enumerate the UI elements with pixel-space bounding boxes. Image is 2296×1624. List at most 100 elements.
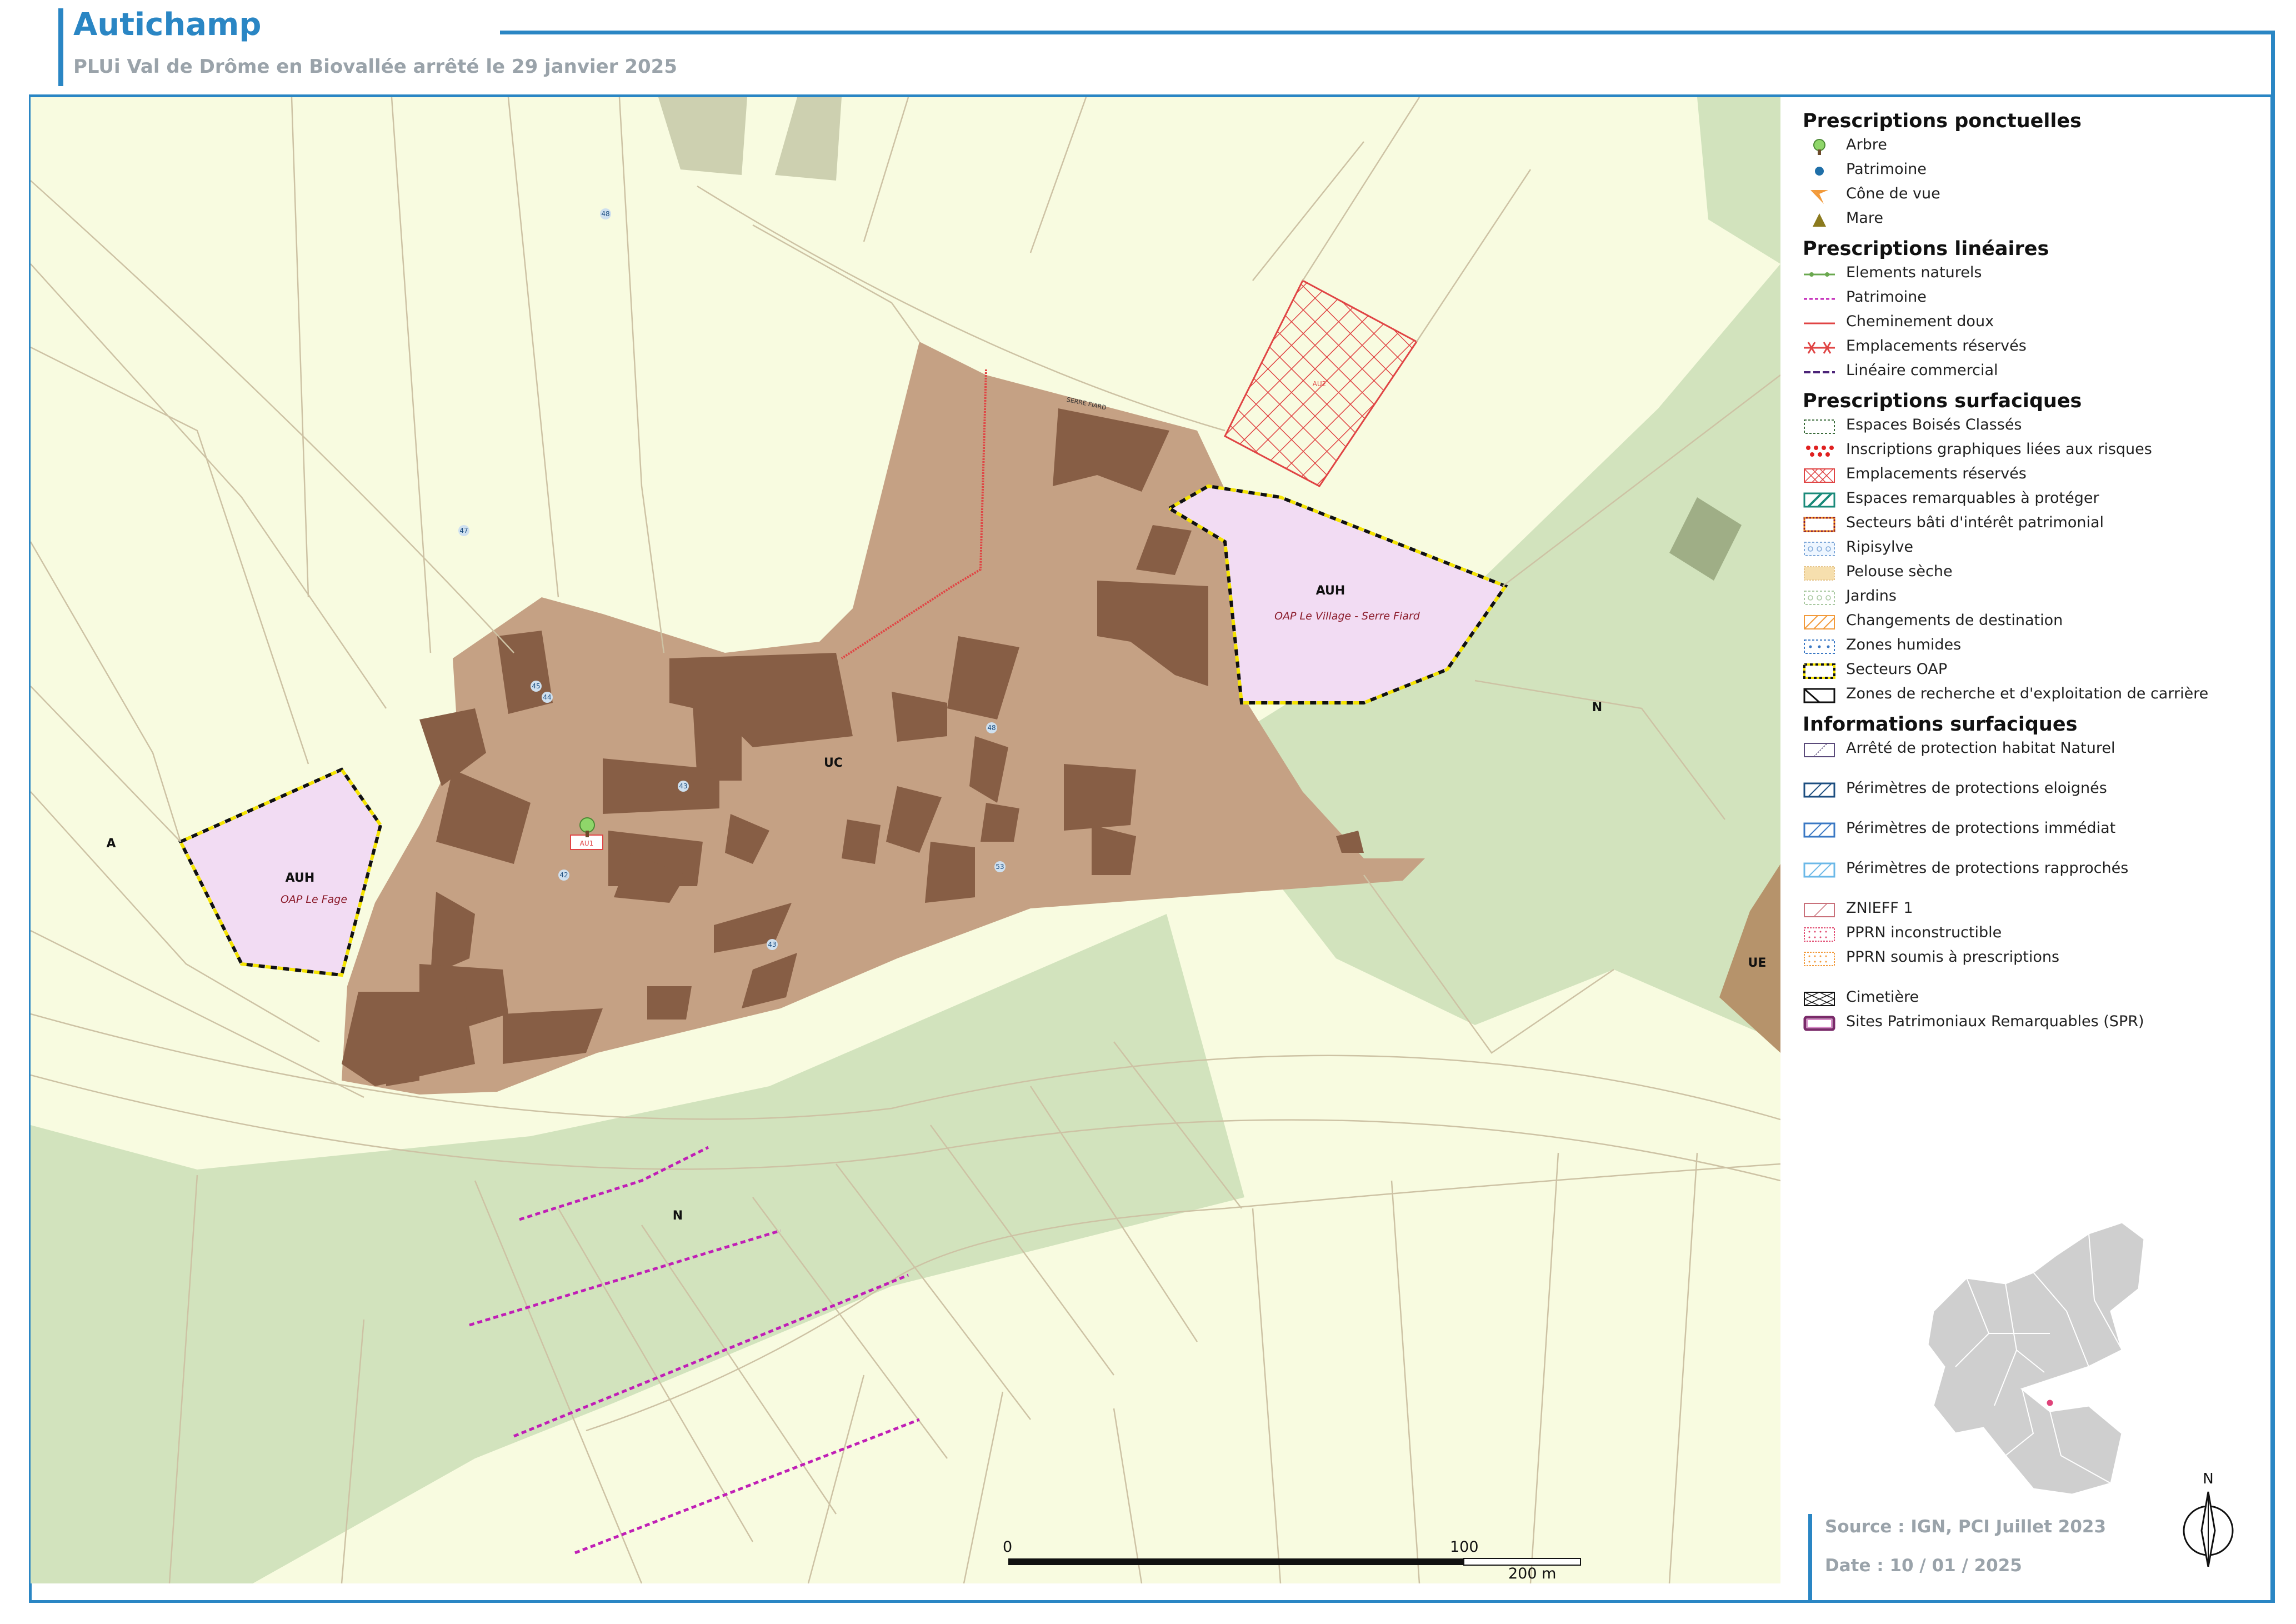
zone-label-auh-east: AUH xyxy=(1316,584,1345,598)
scale-label-100: 100 xyxy=(1450,1538,1479,1556)
line-magenta-dash-legend-icon xyxy=(1804,298,1835,300)
map-legend: Prescriptions ponctuelles Arbre Patrimoine… xyxy=(1803,106,2258,1037)
locator-map xyxy=(1922,1221,2155,1533)
line-green-dot-legend-icon xyxy=(1804,272,1835,277)
box-teal-hatch-legend-icon xyxy=(1803,492,1835,508)
source-accent-bar xyxy=(1808,1514,1812,1603)
legend-item-label: PPRN inconstructible xyxy=(1846,924,2002,941)
box-navy-diag-legend-icon xyxy=(1803,782,1835,798)
legend-item: PPRN soumis à prescriptions xyxy=(1803,948,2258,988)
box-blue-dots-legend-icon xyxy=(1804,639,1835,654)
legend-item: Patrimoine xyxy=(1803,288,2258,312)
page-subtitle: PLUi Val de Drôme en Biovallée arrêté le… xyxy=(73,56,677,78)
legend-item: Périmètres de protections immédiat xyxy=(1803,819,2258,859)
legend-item: Changements de destination xyxy=(1803,611,2258,636)
legend-item-label: Inscriptions graphiques liées aux risque… xyxy=(1846,441,2152,458)
road-label: 45 xyxy=(532,682,540,690)
legend-item-label: Patrimoine xyxy=(1846,161,1927,178)
legend-item-label: Linéaire commercial xyxy=(1846,362,1998,379)
legend-item: Cheminement doux xyxy=(1803,312,2258,337)
legend-item-label: Pelouse sèche xyxy=(1846,563,1953,580)
reserved-code-au1: AU1 xyxy=(580,840,594,847)
legend-item-label: Ripisylve xyxy=(1846,538,1914,556)
legend-item: Périmètres de protections eloignés xyxy=(1803,779,2258,819)
view-cone-icon xyxy=(1810,190,1828,204)
legend-section-heading: Informations surfaciques xyxy=(1803,713,2078,736)
legend-item: Pelouse sèche xyxy=(1803,562,2258,587)
legend-item: Arbre xyxy=(1803,136,2258,160)
zone-label-ue: UE xyxy=(1748,956,1767,970)
page-title: Autichamp xyxy=(73,7,262,43)
legend-item: Espaces remarquables à protéger xyxy=(1803,489,2258,513)
box-red-hatch-legend-icon xyxy=(1804,468,1835,483)
title-rule xyxy=(500,31,2275,34)
legend-item: Elements naturels xyxy=(1803,263,2258,288)
road-label: 48 xyxy=(601,210,609,218)
legend-item: Patrimoine xyxy=(1803,160,2258,184)
legend-item-label: Cimetière xyxy=(1846,988,1919,1006)
zone-label-n-south: N xyxy=(673,1209,683,1223)
legend-item-label: Espaces Boisés Classés xyxy=(1846,416,2022,433)
legend-item-label: Secteurs OAP xyxy=(1846,661,1948,678)
legend-item: Cône de vue xyxy=(1803,184,2258,209)
legend-item-label: Périmètres de protections rapprochés xyxy=(1846,860,2129,877)
scale-label-0: 0 xyxy=(1003,1538,1013,1556)
date-text: Date : 10 / 01 / 2025 xyxy=(1825,1556,2022,1576)
box-purple-diag-legend-icon xyxy=(1804,743,1835,757)
road-label: 47 xyxy=(459,527,468,534)
zone-label-auh-west: AUH xyxy=(286,871,315,885)
legend-item-label: Arrêté de protection habitat Naturel xyxy=(1846,739,2115,757)
legend-item: PPRN inconstructible xyxy=(1803,923,2258,948)
oap-label-le-village: OAP Le Village - Serre Fiard xyxy=(1274,610,1420,622)
legend-item-label: Changements de destination xyxy=(1846,612,2063,629)
legend-item-label: Espaces remarquables à protéger xyxy=(1846,489,2099,507)
legend-item-label: Sites Patrimoniaux Remarquables (SPR) xyxy=(1846,1013,2144,1030)
legend-item-label: Elements naturels xyxy=(1846,264,1982,281)
legend-item: Emplacements réservés xyxy=(1803,337,2258,361)
map-view[interactable]: AUH AUH UC A N N UE OAP Le Fage OAP Le V… xyxy=(31,97,1780,1583)
scale-label-200: 200 m xyxy=(1508,1565,1557,1582)
legend-item: Périmètres de protections rapprochés xyxy=(1803,859,2258,899)
legend-section-heading: Prescriptions linéaires xyxy=(1803,238,2049,260)
scale-bar: 0 100 200 m xyxy=(1003,1538,1586,1586)
legend-item: Jardins xyxy=(1803,587,2258,611)
legend-item-label: Emplacements réservés xyxy=(1846,465,2027,482)
reserved-code-au2: AU2 xyxy=(1313,380,1327,388)
legend-item-label: Périmètres de protections eloignés xyxy=(1846,779,2107,797)
oap-label-le-fage: OAP Le Fage xyxy=(281,893,347,906)
road-label: 42 xyxy=(559,871,568,879)
legend-item: Mare xyxy=(1803,209,2258,233)
legend-item: Inscriptions graphiques liées aux risque… xyxy=(1803,440,2258,464)
legend-section-heading: Prescriptions surfaciques xyxy=(1803,390,2082,412)
legend-item: Ripisylve xyxy=(1803,538,2258,562)
legend-item: Linéaire commercial xyxy=(1803,361,2258,386)
legend-item-label: Jardins xyxy=(1846,587,1897,604)
box-red-grid-legend-icon xyxy=(1804,927,1835,942)
dot-icon xyxy=(1815,167,1824,176)
box-sky-diag-legend-icon xyxy=(1803,862,1835,878)
box-yellow-black-legend-icon xyxy=(1803,663,1835,679)
legend-item-label: Patrimoine xyxy=(1846,288,1927,306)
tree-icon xyxy=(1813,139,1825,155)
box-green-circles-legend-icon xyxy=(1804,591,1835,605)
zone-label-n-east: N xyxy=(1592,701,1602,714)
legend-item-label: Mare xyxy=(1846,209,1883,227)
legend-item: Secteurs bâti d'intérêt patrimonial xyxy=(1803,513,2258,538)
legend-item-label: Arbre xyxy=(1846,136,1887,153)
box-tan-fill-legend-icon xyxy=(1804,566,1835,581)
box-blue-diag-legend-icon xyxy=(1803,822,1835,838)
road-label: 48 xyxy=(987,724,996,732)
legend-item: ZNIEFF 1 xyxy=(1803,899,2258,923)
box-orange-dotted-legend-icon xyxy=(1803,517,1835,532)
box-pink-diag-legend-icon xyxy=(1804,903,1835,917)
north-arrow: N xyxy=(2180,1467,2236,1567)
legend-item-label: Périmètres de protections immédiat xyxy=(1846,820,2116,837)
legend-item-label: Emplacements réservés xyxy=(1846,337,2027,354)
box-black-cross-legend-icon xyxy=(1804,992,1835,1006)
legend-item: Cimetière xyxy=(1803,988,2258,1012)
legend-item-label: Zones humides xyxy=(1846,636,1962,653)
legend-item: Sites Patrimoniaux Remarquables (SPR) xyxy=(1803,1012,2258,1037)
line-purple-dash-legend-icon xyxy=(1804,371,1835,373)
legend-item-label: Zones de recherche et d'exploitation de … xyxy=(1846,685,2209,702)
zone-label-a: A xyxy=(106,837,116,851)
